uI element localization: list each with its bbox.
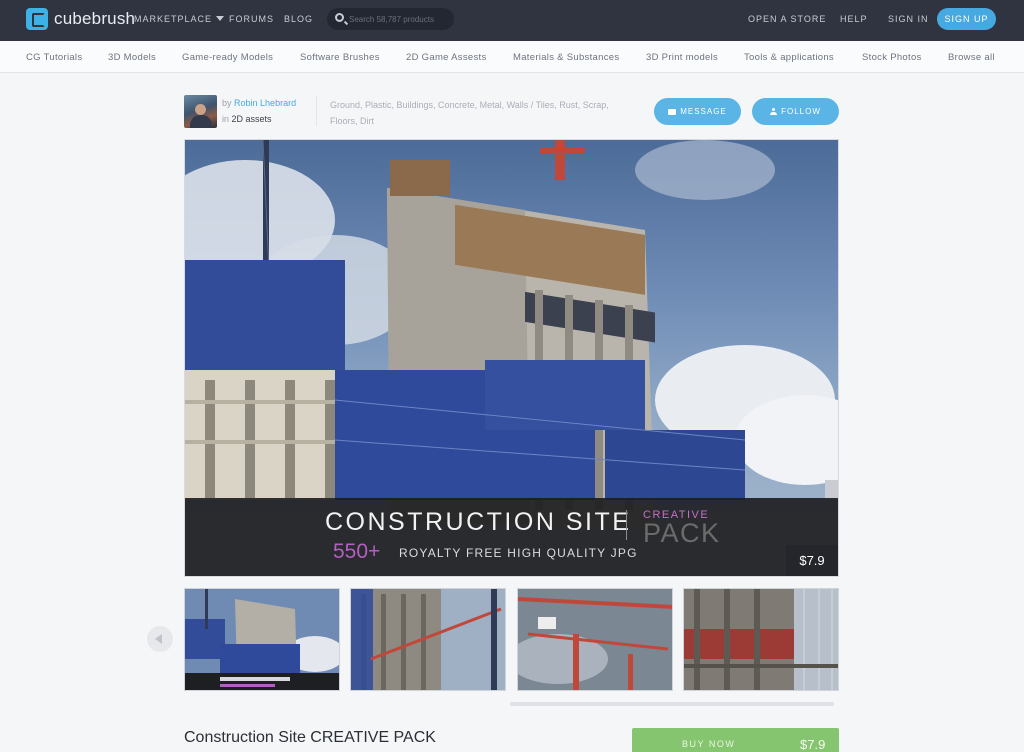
cubebrush-logo-icon bbox=[26, 8, 48, 30]
byline-prefix: by bbox=[222, 98, 232, 108]
nav-marketplace-label: MARKETPLACE bbox=[134, 14, 213, 24]
thumbnail-3-image bbox=[518, 589, 672, 690]
category-bar: CG Tutorials 3D Models Game-ready Models… bbox=[0, 41, 1024, 73]
author-byline: by Robin Lhebrard bbox=[222, 98, 296, 108]
thumbnail-scrollbar[interactable] bbox=[510, 702, 834, 706]
category-3d-models[interactable]: 3D Models bbox=[108, 52, 156, 63]
category-software-brushes[interactable]: Software Brushes bbox=[300, 52, 380, 63]
category-browse-all[interactable]: Browse all bbox=[948, 52, 995, 63]
product-tags: Ground, Plastic, Buildings, Concrete, Me… bbox=[330, 100, 609, 126]
follow-label: FOLLOW bbox=[781, 107, 821, 116]
thumbnail-4[interactable] bbox=[683, 588, 839, 691]
nav-sign-in[interactable]: SIGN IN bbox=[888, 14, 929, 24]
envelope-icon bbox=[668, 109, 677, 115]
author-name-link[interactable]: Robin Lhebrard bbox=[234, 98, 296, 108]
follow-button[interactable]: FOLLOW bbox=[752, 98, 839, 125]
divider bbox=[316, 96, 317, 126]
thumbnail-4-image bbox=[684, 589, 838, 690]
category-3d-print-models[interactable]: 3D Print models bbox=[646, 52, 718, 63]
nav-forums[interactable]: FORUMS bbox=[229, 14, 274, 24]
category-cg-tutorials[interactable]: CG Tutorials bbox=[26, 52, 82, 63]
buy-now-label: BUY NOW bbox=[682, 739, 736, 749]
category-link[interactable]: 2D assets bbox=[232, 114, 272, 124]
buy-now-price: $7.9 bbox=[800, 737, 826, 752]
user-icon bbox=[770, 108, 778, 115]
thumbnail-2-image bbox=[351, 589, 505, 690]
message-button[interactable]: MESSAGE bbox=[654, 98, 741, 125]
search-input[interactable] bbox=[349, 11, 449, 27]
nav-open-store[interactable]: OPEN A STORE bbox=[748, 14, 826, 24]
banner-title: CONSTRUCTION SITE bbox=[325, 508, 632, 536]
thumbnail-1[interactable] bbox=[184, 588, 340, 691]
brand-logo[interactable]: cubebrush bbox=[26, 8, 135, 30]
thumbnail-2[interactable] bbox=[350, 588, 506, 691]
category-tools-applications[interactable]: Tools & applications bbox=[744, 52, 834, 63]
search-box bbox=[327, 8, 454, 30]
carousel-prev-arrow-icon[interactable] bbox=[147, 626, 173, 652]
banner-divider bbox=[626, 510, 627, 540]
message-label: MESSAGE bbox=[680, 107, 727, 116]
nav-blog[interactable]: BLOG bbox=[284, 14, 313, 24]
buy-now-button[interactable]: BUY NOW $7.9 bbox=[632, 728, 839, 752]
search-icon[interactable] bbox=[335, 13, 344, 22]
price-badge: $7.9 bbox=[786, 545, 838, 576]
banner-count: 550+ bbox=[333, 540, 381, 563]
thumbnail-3[interactable] bbox=[517, 588, 673, 691]
product-main-image[interactable]: CONSTRUCTION SITE CREATIVE PACK 550+ ROY… bbox=[184, 139, 839, 577]
hero-banner: CONSTRUCTION SITE CREATIVE PACK 550+ ROY… bbox=[185, 498, 838, 576]
nav-marketplace[interactable]: MARKETPLACE bbox=[134, 14, 225, 24]
category-stock-photos[interactable]: Stock Photos bbox=[862, 52, 922, 63]
product-title: Construction Site CREATIVE PACK bbox=[184, 729, 436, 746]
banner-pack: PACK bbox=[643, 518, 721, 548]
author-category: in 2D assets bbox=[222, 114, 272, 124]
nav-help[interactable]: HELP bbox=[840, 14, 868, 24]
category-prefix: in bbox=[222, 114, 230, 124]
category-game-ready-models[interactable]: Game-ready Models bbox=[182, 52, 273, 63]
top-navbar: cubebrush MARKETPLACE FORUMS BLOG OPEN A… bbox=[0, 0, 1024, 41]
category-2d-game-assets[interactable]: 2D Game Assests bbox=[406, 52, 487, 63]
chevron-down-icon bbox=[216, 16, 225, 21]
sign-up-button[interactable]: SIGN UP bbox=[937, 8, 996, 30]
author-avatar[interactable] bbox=[184, 95, 217, 128]
category-materials-substances[interactable]: Materials & Substances bbox=[513, 52, 619, 63]
brand-name: cubebrush bbox=[54, 9, 136, 28]
thumbnail-1-image bbox=[185, 589, 339, 690]
banner-subtitle: ROYALTY FREE HIGH QUALITY JPG bbox=[399, 546, 638, 560]
